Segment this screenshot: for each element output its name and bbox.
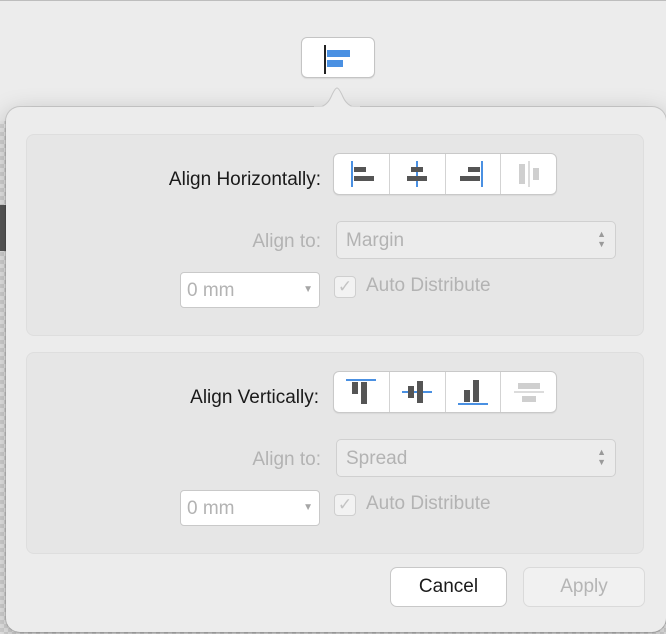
align-center-horizontal-icon <box>407 161 428 187</box>
align-horizontal-segmented-control <box>333 153 557 195</box>
apply-button[interactable]: Apply <box>523 567 645 607</box>
chevron-down-icon: ▼ <box>303 502 313 513</box>
distribute-vertical-button[interactable] <box>501 372 556 412</box>
auto-distribute-checkbox[interactable]: ✓ <box>334 276 356 298</box>
align-top-icon <box>346 379 377 404</box>
auto-distribute-checkbox[interactable]: ✓ <box>334 494 356 516</box>
auto-distribute-label: Auto Distribute <box>366 493 491 514</box>
align-left-icon <box>324 45 350 74</box>
cancel-button[interactable]: Cancel <box>390 567 507 607</box>
align-bottom-button[interactable] <box>446 372 502 412</box>
align-middle-vertical-icon <box>402 381 433 403</box>
distribute-horizontal-icon <box>518 161 539 187</box>
align-popover-button[interactable] <box>301 37 375 78</box>
align-center-horizontal-button[interactable] <box>390 154 446 194</box>
align-vertically-label: Align Vertically: <box>190 387 319 408</box>
chevron-down-icon: ▼ <box>303 284 313 295</box>
align-horizontally-label: Align Horizontally: <box>168 169 321 190</box>
align-left-button[interactable] <box>334 154 390 194</box>
spacing-value: 0 mm <box>187 280 235 301</box>
align-vertical-section: Align Vertically: Align to: Spread ▲ ▼ 0… <box>26 352 644 554</box>
align-middle-vertical-button[interactable] <box>390 372 446 412</box>
spacing-combo[interactable]: 0 mm ▼ <box>180 490 320 526</box>
align-to-select[interactable]: Margin ▲ ▼ <box>336 221 616 259</box>
align-to-value: Margin <box>346 230 405 251</box>
align-vertical-segmented-control <box>333 371 557 413</box>
spacing-value: 0 mm <box>187 498 235 519</box>
distribute-horizontal-button[interactable] <box>501 154 556 194</box>
updown-arrows-icon: ▲ ▼ <box>597 229 606 249</box>
align-top-button[interactable] <box>334 372 390 412</box>
distribute-vertical-icon <box>513 383 544 402</box>
auto-distribute-label: Auto Distribute <box>366 275 491 296</box>
popover-arrow <box>314 87 360 108</box>
align-popover: Align Horizontally: Align to: Margin ▲ ▼… <box>6 107 666 632</box>
updown-arrows-icon: ▲ ▼ <box>597 447 606 467</box>
align-to-label: Align to: <box>252 231 321 252</box>
align-horizontal-section: Align Horizontally: Align to: Margin ▲ ▼… <box>26 134 644 336</box>
align-left-icon <box>351 161 375 187</box>
align-to-label: Align to: <box>252 449 321 470</box>
align-right-button[interactable] <box>446 154 502 194</box>
align-bottom-icon <box>457 380 488 405</box>
spacing-combo[interactable]: 0 mm ▼ <box>180 272 320 308</box>
align-to-value: Spread <box>346 448 408 469</box>
align-to-select[interactable]: Spread ▲ ▼ <box>336 439 616 477</box>
align-right-icon <box>459 161 483 187</box>
